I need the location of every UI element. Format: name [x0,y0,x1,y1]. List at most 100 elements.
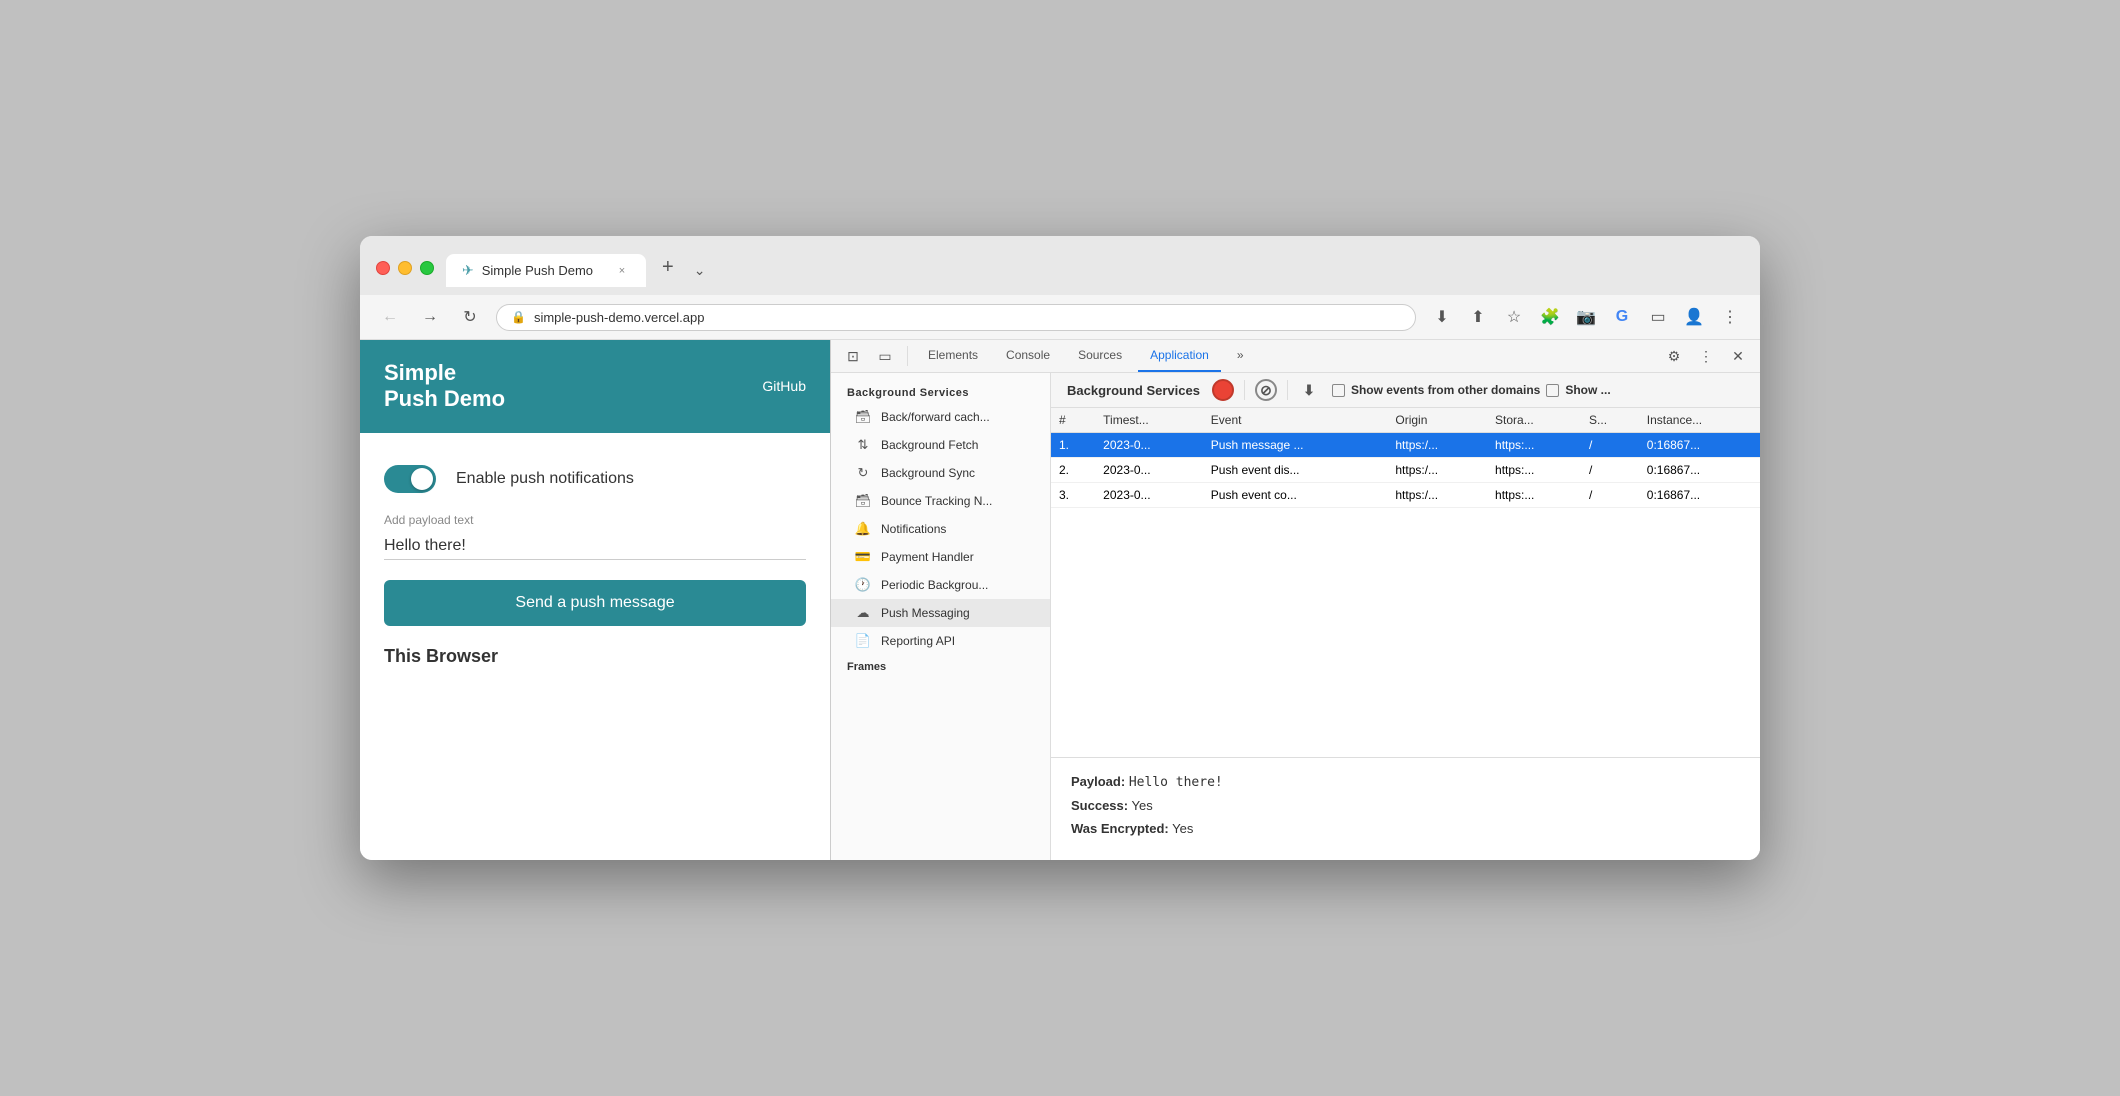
bookmark-icon[interactable]: ☆ [1500,303,1528,331]
toggle-row: Enable push notifications [384,465,806,493]
show-checkbox-2[interactable] [1546,384,1559,397]
sidebar-item-reporting[interactable]: 📄 Reporting API [831,627,1050,655]
menu-icon[interactable]: ⋮ [1716,303,1744,331]
lens-icon[interactable]: 📷 [1572,303,1600,331]
site-title: Simple Push Demo [384,360,505,413]
download-button[interactable]: ⬇ [1298,379,1320,401]
row1-num: 1. [1051,433,1095,458]
toggle-knob [411,468,433,490]
close-traffic-light[interactable] [376,261,390,275]
url-text: simple-push-demo.vercel.app [534,310,705,325]
sidebar-icon[interactable]: ▭ [1644,303,1672,331]
forward-button[interactable]: → [416,303,444,331]
show-events-label: Show events from other domains [1351,383,1540,397]
row2-event: Push event dis... [1203,458,1388,483]
devtools-end-actions: ⚙ ⋮ ✕ [1660,342,1752,370]
toggle-label: Enable push notifications [456,470,634,488]
bgfetch-label: Background Fetch [881,438,978,452]
profile-icon[interactable]: 👤 [1680,303,1708,331]
detail-success-row: Success: Yes [1071,798,1740,813]
backforward-icon: 🗃 [855,409,871,425]
browser-tab[interactable]: ✈ Simple Push Demo × [446,254,646,287]
row3-instance: 0:16867... [1639,483,1760,508]
google-icon[interactable]: G [1608,303,1636,331]
col-timestamp: Timest... [1095,408,1203,433]
push-notifications-toggle[interactable] [384,465,436,493]
devtools-tab-more[interactable]: » [1225,340,1256,372]
devtools-toolbar: ⊡ ▭ Elements Console Sources Application… [831,340,1760,373]
devtools-more-icon[interactable]: ⋮ [1692,342,1720,370]
devtools-tab-console[interactable]: Console [994,340,1062,372]
sidebar-item-payment[interactable]: 💳 Payment Handler [831,543,1050,571]
send-push-button[interactable]: Send a push message [384,580,806,626]
devtools-tab-sources[interactable]: Sources [1066,340,1134,372]
event-row-2[interactable]: 2. 2023-0... Push event dis... https:/..… [1051,458,1760,483]
row2-origin: https:/... [1387,458,1487,483]
action-separator [1244,380,1245,400]
minimize-traffic-light[interactable] [398,261,412,275]
col-storage: Stora... [1487,408,1581,433]
bgsync-icon: ↻ [855,465,871,481]
sidebar-item-backforward[interactable]: 🗃 Back/forward cach... [831,403,1050,431]
traffic-lights [376,261,434,275]
sidebar-item-push-messaging[interactable]: ☁ Push Messaging [831,599,1050,627]
devtools-panel: ⊡ ▭ Elements Console Sources Application… [830,340,1760,860]
row2-num: 2. [1051,458,1095,483]
device-toolbar-icon[interactable]: ▭ [871,342,899,370]
push-messaging-label: Push Messaging [881,606,970,620]
notifications-icon: 🔔 [855,521,871,537]
devtools-tab-application[interactable]: Application [1138,340,1221,372]
row3-num: 3. [1051,483,1095,508]
title-bar: ✈ Simple Push Demo × + ⌄ [360,236,1760,295]
event-row-1[interactable]: 1. 2023-0... Push message ... https:/...… [1051,433,1760,458]
show-events-checkbox-row: Show events from other domains Show ... [1332,383,1611,397]
address-bar[interactable]: 🔒 simple-push-demo.vercel.app [496,304,1416,331]
event-row-3[interactable]: 3. 2023-0... Push event co... https:/...… [1051,483,1760,508]
download-icon[interactable]: ⬇ [1428,303,1456,331]
tab-title: Simple Push Demo [482,263,593,278]
row1-timestamp: 2023-0... [1095,433,1203,458]
clear-button[interactable]: ⊘ [1255,379,1277,401]
maximize-traffic-light[interactable] [420,261,434,275]
devtools-sidebar: Background Services 🗃 Back/forward cach.… [831,373,1051,860]
row1-origin: https:/... [1387,433,1487,458]
devtools-tab-elements[interactable]: Elements [916,340,990,372]
row2-s: / [1581,458,1639,483]
sidebar-item-bounce[interactable]: 🗃 Bounce Tracking N... [831,487,1050,515]
col-num: # [1051,408,1095,433]
payload-input[interactable] [384,533,806,560]
tab-close-button[interactable]: × [614,263,630,279]
row2-storage: https:... [1487,458,1581,483]
inspect-element-icon[interactable]: ⊡ [839,342,867,370]
title-bar-top: ✈ Simple Push Demo × + ⌄ [376,248,1744,287]
backforward-label: Back/forward cach... [881,410,990,424]
sidebar-item-bgfetch[interactable]: ⇅ Background Fetch [831,431,1050,459]
new-tab-button[interactable]: + [650,248,686,287]
background-services-label: Background Services [831,381,1050,403]
back-button[interactable]: ← [376,303,404,331]
extensions-icon[interactable]: 🧩 [1536,303,1564,331]
show-events-checkbox[interactable] [1332,384,1345,397]
tab-overflow-button[interactable]: ⌄ [686,254,714,287]
tab-icon: ✈ [462,262,474,279]
devtools-settings-icon[interactable]: ⚙ [1660,342,1688,370]
reload-button[interactable]: ↻ [456,303,484,331]
sidebar-item-bgsync[interactable]: ↻ Background Sync [831,459,1050,487]
encrypted-value: Yes [1172,821,1193,836]
github-link[interactable]: GitHub [762,378,806,394]
payment-label: Payment Handler [881,550,974,564]
encrypted-key: Was Encrypted: [1071,821,1169,836]
share-icon[interactable]: ⬆ [1464,303,1492,331]
events-table: # Timest... Event Origin Stora... S... I… [1051,408,1760,757]
periodic-label: Periodic Backgrou... [881,578,988,592]
payload-value: Hello there! [1129,775,1223,790]
sidebar-item-notifications[interactable]: 🔔 Notifications [831,515,1050,543]
row1-s: / [1581,433,1639,458]
nav-bar: ← → ↻ 🔒 simple-push-demo.vercel.app ⬇ ⬆ … [360,295,1760,340]
sidebar-item-periodic[interactable]: 🕐 Periodic Backgrou... [831,571,1050,599]
action-separator-2 [1287,380,1288,400]
payload-label: Add payload text [384,513,806,527]
devtools-close-icon[interactable]: ✕ [1724,342,1752,370]
record-button[interactable] [1212,379,1234,401]
detail-panel: Payload: Hello there! Success: Yes Was E… [1051,757,1760,860]
